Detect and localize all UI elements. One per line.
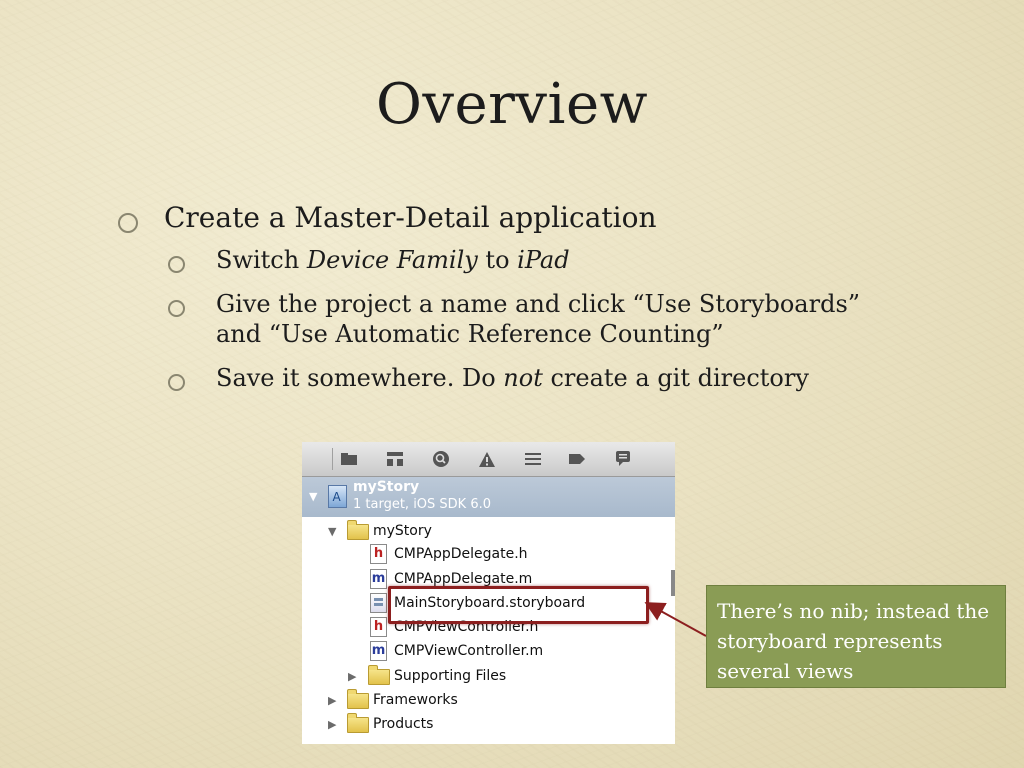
bullet-ring-icon — [168, 256, 185, 273]
disclosure-open-icon[interactable]: ▼ — [328, 521, 336, 543]
folder-row[interactable]: ▶ Frameworks — [302, 689, 675, 711]
folder-icon — [347, 689, 369, 709]
toolbar-divider — [332, 448, 333, 470]
bullet-text: Create a Master-Detail application — [164, 201, 657, 234]
folder-icon — [347, 520, 369, 540]
bullet-ring-icon — [118, 213, 138, 233]
project-name: myStory — [353, 479, 420, 495]
implementation-file-icon: m — [370, 569, 387, 589]
list-icon[interactable] — [522, 449, 544, 469]
scrollbar[interactable] — [671, 570, 675, 596]
file-row[interactable]: h CMPAppDelegate.h — [302, 543, 675, 565]
slide-title: Overview — [375, 72, 649, 137]
bullet-level2: Save it somewhere. Do not create a git d… — [112, 363, 892, 393]
subgroup-label: Supporting Files — [394, 668, 507, 684]
bullet-text: Give the project a name and click “Use S… — [216, 290, 861, 318]
file-row[interactable]: m CMPViewController.m — [302, 640, 675, 662]
header-file-icon: h — [370, 544, 387, 564]
subgroup-row[interactable]: ▶ Supporting Files — [302, 665, 675, 687]
folder-icon — [368, 665, 390, 685]
folder-row[interactable]: ▶ Products — [302, 713, 675, 735]
group-label: myStory — [373, 523, 432, 539]
bullet-level1: Create a Master-Detail application — [112, 200, 892, 235]
folder-label: Frameworks — [373, 692, 458, 708]
disclosure-closed-icon[interactable]: ▶ — [328, 690, 336, 712]
bullet-text-continued: and “Use Automatic Reference Counting” — [216, 320, 724, 348]
project-row-selected[interactable]: ▼ A myStory 1 target, iOS SDK 6.0 — [302, 477, 675, 517]
bullet-ring-icon — [168, 374, 185, 391]
hierarchy-icon[interactable] — [384, 449, 406, 469]
bullet-level2: Give the project a name and click “Use S… — [112, 289, 892, 349]
bullet-text: Switch Device Family to iPad — [216, 246, 570, 274]
implementation-file-icon: m — [370, 641, 387, 661]
group-row[interactable]: ▼ myStory — [302, 520, 675, 542]
disclosure-closed-icon[interactable]: ▶ — [328, 714, 336, 736]
folder-icon[interactable] — [338, 449, 360, 469]
folder-icon — [347, 713, 369, 733]
disclosure-open-icon[interactable]: ▼ — [309, 490, 317, 503]
bullet-text: Save it somewhere. Do not create a git d… — [216, 364, 809, 392]
folder-label: Products — [373, 716, 434, 732]
storyboard-file-icon — [370, 593, 387, 613]
file-label: CMPAppDelegate.h — [394, 546, 528, 562]
project-icon: A — [328, 485, 347, 508]
warning-icon[interactable] — [476, 449, 498, 469]
callout-note: There’s no nib; instead the storyboard r… — [706, 585, 1006, 688]
disclosure-closed-icon[interactable]: ▶ — [348, 666, 356, 688]
comment-icon[interactable] — [612, 449, 634, 469]
bullet-list: Create a Master-Detail application Switc… — [112, 200, 892, 407]
search-icon[interactable] — [430, 449, 452, 469]
file-label: CMPViewController.m — [394, 643, 544, 659]
svg-text:A: A — [333, 490, 342, 504]
bullet-level2: Switch Device Family to iPad — [112, 245, 892, 275]
navigator-toolbar — [302, 442, 675, 477]
header-file-icon: h — [370, 617, 387, 637]
project-subtitle: 1 target, iOS SDK 6.0 — [353, 497, 492, 512]
storyboard-highlight-box — [388, 586, 649, 624]
bullet-ring-icon — [168, 300, 185, 317]
tag-icon[interactable] — [566, 449, 588, 469]
